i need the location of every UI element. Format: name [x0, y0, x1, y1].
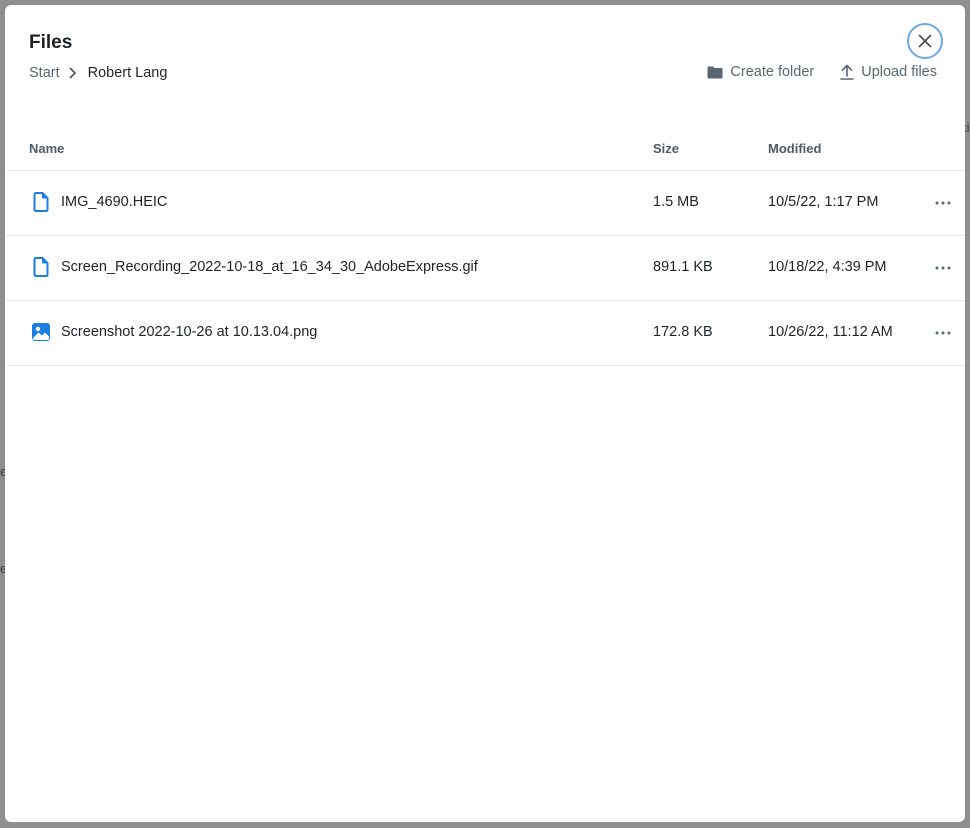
more-options-icon[interactable] — [933, 258, 953, 278]
files-table: Name Size Modified IMG_4690.HEIC 1.5 MB … — [5, 127, 965, 366]
files-modal: Files Start Robert Lang Create folder Up… — [5, 5, 965, 822]
breadcrumb: Start Robert Lang — [29, 65, 167, 81]
upload-icon — [840, 64, 855, 80]
upload-files-button[interactable]: Upload files — [840, 64, 937, 80]
file-size: 1.5 MB — [653, 194, 699, 210]
column-header-modified[interactable]: Modified — [768, 141, 821, 156]
column-header-size[interactable]: Size — [653, 141, 679, 156]
close-icon — [918, 34, 932, 48]
file-name[interactable]: Screen_Recording_2022-10-18_at_16_34_30_… — [61, 259, 478, 275]
breadcrumb-start[interactable]: Start — [29, 65, 60, 81]
table-row[interactable]: IMG_4690.HEIC 1.5 MB 10/5/22, 1:17 PM — [5, 171, 965, 236]
document-icon — [31, 257, 51, 277]
file-name[interactable]: Screenshot 2022-10-26 at 10.13.04.png — [61, 324, 317, 340]
upload-files-label: Upload files — [861, 64, 937, 80]
file-modified: 10/18/22, 4:39 PM — [768, 259, 887, 275]
document-icon — [31, 192, 51, 212]
table-header: Name Size Modified — [5, 127, 965, 171]
breadcrumb-current: Robert Lang — [87, 65, 168, 81]
chevron-right-icon — [69, 67, 77, 79]
file-modified: 10/5/22, 1:17 PM — [768, 194, 879, 210]
column-header-name[interactable]: Name — [29, 141, 64, 156]
modal-title: Files — [29, 32, 73, 53]
toolbar-actions: Create folder Upload files — [707, 64, 937, 80]
table-row[interactable]: Screen_Recording_2022-10-18_at_16_34_30_… — [5, 236, 965, 301]
more-options-icon[interactable] — [933, 323, 953, 343]
image-icon — [31, 322, 51, 342]
table-row[interactable]: Screenshot 2022-10-26 at 10.13.04.png 17… — [5, 301, 965, 366]
folder-icon — [707, 66, 723, 78]
file-size: 891.1 KB — [653, 259, 713, 275]
file-modified: 10/26/22, 11:12 AM — [768, 324, 893, 340]
more-options-icon[interactable] — [933, 193, 953, 213]
file-name[interactable]: IMG_4690.HEIC — [61, 194, 167, 210]
close-button[interactable] — [907, 23, 943, 59]
file-size: 172.8 KB — [653, 324, 713, 340]
create-folder-button[interactable]: Create folder — [707, 64, 814, 80]
create-folder-label: Create folder — [730, 64, 815, 80]
